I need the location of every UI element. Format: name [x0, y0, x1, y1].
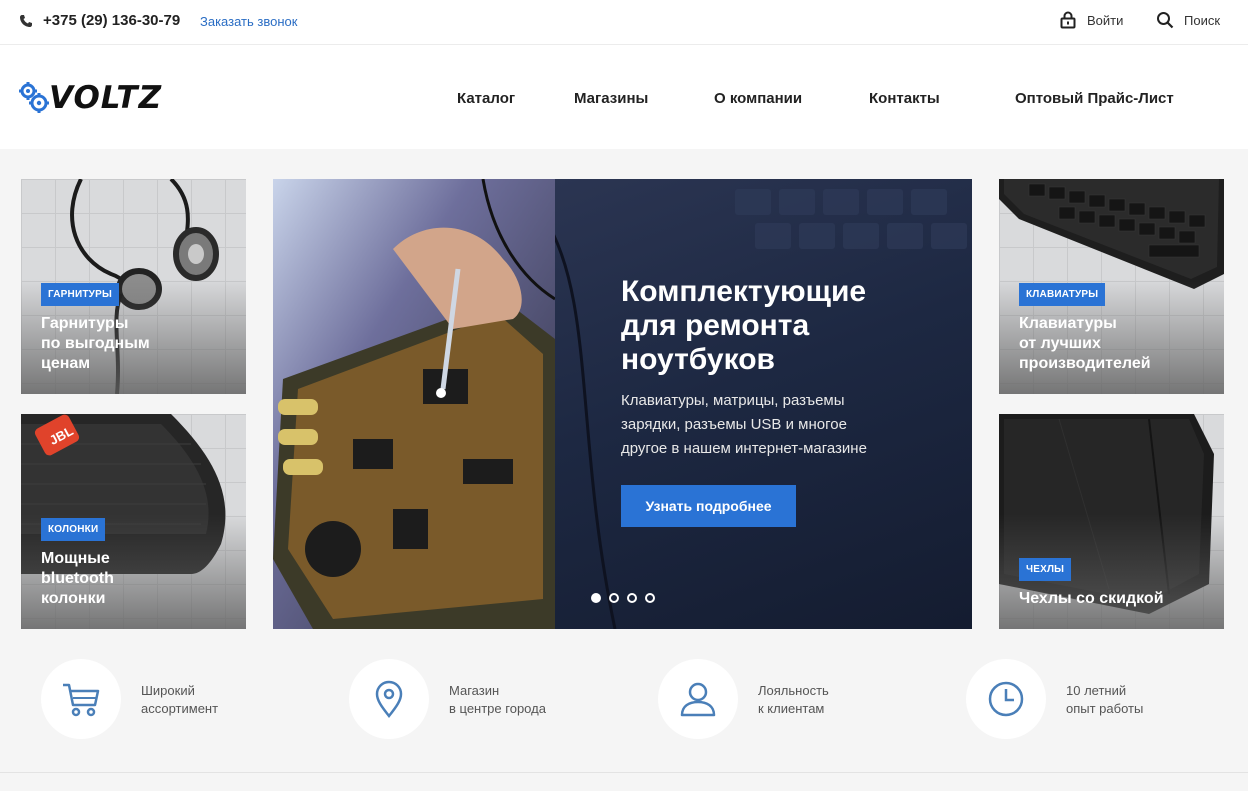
hero-slider[interactable]: Комплектующие для ремонта ноутбуков Клав…	[273, 179, 972, 629]
tile-speakers[interactable]: JBL КОЛОНКИ Мощные bluetooth колонки	[21, 414, 246, 629]
login-label: Войти	[1087, 12, 1124, 28]
login-button[interactable]: Войти	[1059, 11, 1123, 29]
nav-catalog[interactable]: Каталог	[457, 90, 515, 107]
tile-headsets[interactable]: ГАРНИТУРЫ Гарнитуры по выгодным ценам	[21, 179, 246, 394]
slider-dot-4[interactable]	[645, 593, 655, 603]
phone-icon	[20, 15, 32, 27]
tile-caption: Чехлы со скидкой	[1019, 590, 1164, 607]
tile-tag: ГАРНИТУРЫ	[41, 283, 119, 306]
learn-more-button[interactable]: Узнать подробнее	[621, 485, 796, 527]
nav-wholesale-pricelist[interactable]: Оптовый Прайс-Лист	[1015, 90, 1174, 107]
user-icon	[680, 682, 716, 717]
feature-text: 10 летний опыт работы	[1066, 683, 1144, 716]
feature-text: Магазин в центре города	[449, 683, 546, 716]
nav-stores[interactable]: Магазины	[574, 90, 648, 107]
phone-number[interactable]: +375 (29) 136-30-79	[43, 12, 180, 29]
top-bar: +375 (29) 136-30-79 Заказать звонок Войт…	[0, 0, 1248, 45]
slider-dot-3[interactable]	[627, 593, 637, 603]
tile-tag: ЧЕХЛЫ	[1019, 558, 1072, 581]
site-header: VOLTZ Каталог Магазины О компании Контак…	[0, 45, 1248, 149]
slider-dot-2[interactable]	[609, 593, 619, 603]
hero-description: Клавиатуры, матрицы, разъемы зарядки, ра…	[621, 392, 867, 457]
callback-link[interactable]: Заказать звонок	[200, 14, 297, 29]
tile-caption: Гарнитуры по выгодным ценам	[41, 315, 150, 372]
circuit-board-image	[273, 179, 555, 629]
tile-tag: КОЛОНКИ	[41, 518, 106, 541]
clock-icon	[988, 681, 1024, 717]
feature-text: Лояльность к клиентам	[758, 683, 829, 716]
slider-dot-1[interactable]	[591, 593, 601, 603]
logo[interactable]: VOLTZ	[19, 79, 184, 117]
feature-text: Широкий ассортимент	[141, 683, 219, 716]
logo-text: VOLTZ	[49, 80, 163, 116]
hero-title: Комплектующие для ремонта ноутбуков	[621, 275, 867, 376]
nav-about[interactable]: О компании	[714, 90, 802, 107]
tile-tag: КЛАВИАТУРЫ	[1019, 283, 1106, 306]
tile-keyboards[interactable]: КЛАВИАТУРЫ Клавиатуры от лучших производ…	[999, 179, 1224, 394]
cart-icon	[63, 683, 100, 717]
tile-caption: Мощные bluetooth колонки	[41, 550, 114, 607]
search-button[interactable]: Поиск	[1156, 11, 1220, 29]
lock-icon	[1060, 11, 1076, 29]
slider-dots	[591, 593, 655, 603]
nav-contacts[interactable]: Контакты	[869, 90, 940, 107]
search-label: Поиск	[1184, 12, 1221, 28]
search-icon	[1157, 12, 1174, 29]
tile-caption: Клавиатуры от лучших производителей	[1019, 315, 1151, 372]
section-divider	[0, 772, 1248, 773]
map-pin-icon	[375, 680, 403, 719]
tile-covers[interactable]: ЧЕХЛЫ Чехлы со скидкой	[999, 414, 1224, 629]
